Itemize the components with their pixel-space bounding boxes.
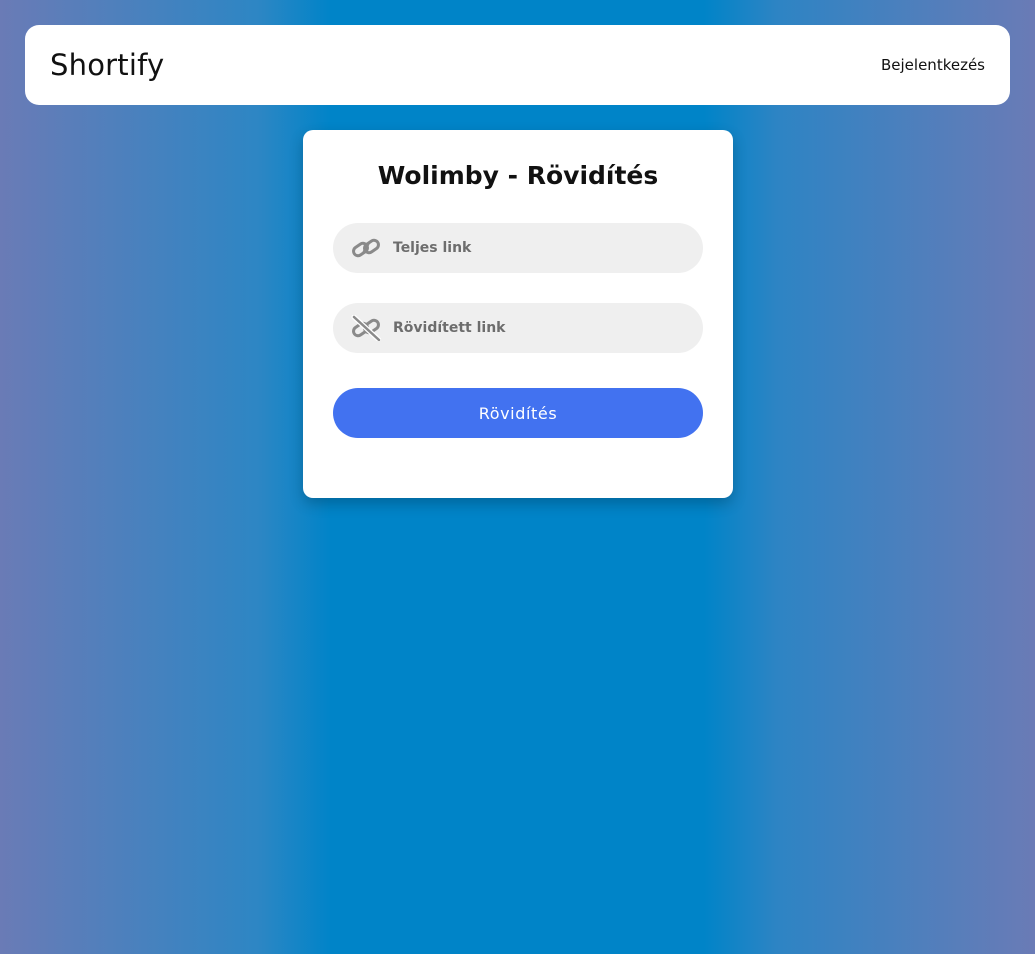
link-slash-icon xyxy=(351,315,381,341)
top-navbar: Shortify Bejelentkezés xyxy=(25,25,1010,105)
short-link-field[interactable] xyxy=(333,303,703,353)
short-link-input[interactable] xyxy=(393,303,703,353)
full-link-field[interactable] xyxy=(333,223,703,273)
login-link[interactable]: Bejelentkezés xyxy=(881,56,985,74)
shorten-button[interactable]: Rövidítés xyxy=(333,388,703,438)
form-title: Wolimby - Rövidítés xyxy=(377,161,659,190)
full-link-input[interactable] xyxy=(393,223,703,273)
shorten-form-card: Wolimby - Rövidítés Teljes link Rövidíte… xyxy=(303,130,733,498)
link-icon xyxy=(351,235,381,261)
brand-logo-text[interactable]: Shortify xyxy=(50,48,164,82)
